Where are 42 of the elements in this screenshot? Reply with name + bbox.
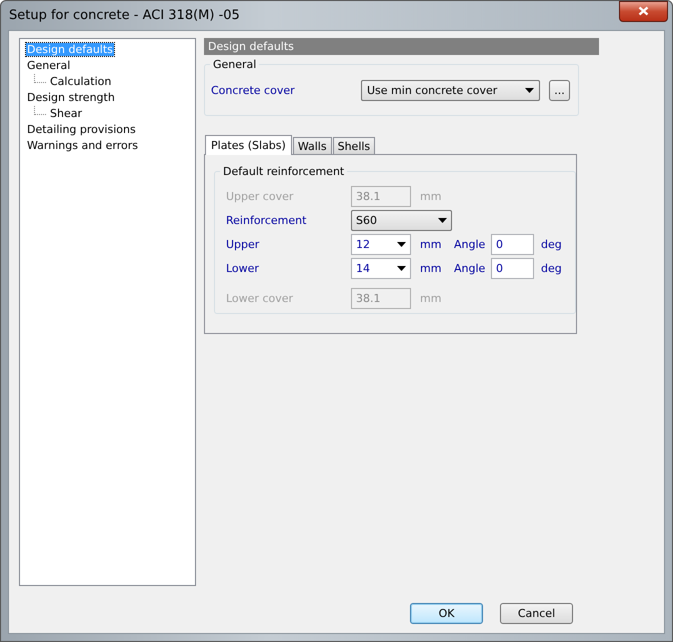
field-label: Upper [226, 238, 260, 251]
caret-icon [397, 242, 406, 247]
unit-label: mm [420, 292, 442, 305]
field-label: Upper cover [226, 190, 294, 203]
tree-item[interactable]: Warnings and errors [26, 138, 140, 152]
group-title: General [210, 58, 260, 71]
combo-box[interactable]: 12 [351, 234, 411, 255]
ok-button[interactable]: OK [410, 603, 483, 624]
unit-label: mm [420, 238, 442, 251]
caret-icon [438, 218, 447, 223]
caret-icon [397, 266, 406, 271]
unit-label: mm [420, 190, 442, 203]
tree-item[interactable]: Calculation [49, 74, 112, 88]
tree-item[interactable]: Detailing provisions [26, 122, 137, 136]
field-label: Reinforcement [226, 214, 308, 227]
input-field[interactable]: 0 [491, 258, 534, 279]
unit-label: mm [420, 262, 442, 275]
input-field[interactable]: 0 [491, 234, 534, 255]
group-title: Default reinforcement [220, 165, 348, 178]
unit-label: deg [541, 262, 562, 275]
window-title: Setup for concrete - ACI 318(M) -05 [9, 8, 240, 23]
tree-item[interactable]: General [26, 58, 72, 72]
close-icon [638, 6, 649, 16]
angle-label: Angle [454, 262, 486, 275]
dropdown[interactable]: S60 [351, 210, 452, 231]
caret-icon [525, 88, 534, 93]
tab[interactable]: Shells [332, 137, 376, 154]
angle-label: Angle [454, 238, 486, 251]
field-label: Lower [226, 262, 260, 275]
tree-item[interactable]: Design strength [26, 90, 116, 104]
field-label: Lower cover [226, 292, 294, 305]
browse-button[interactable]: ... [549, 80, 570, 101]
tree-item[interactable]: Shear [49, 106, 83, 120]
close-button[interactable] [619, 0, 668, 22]
cancel-button[interactable]: Cancel [500, 603, 573, 624]
unit-label: deg [541, 238, 562, 251]
field-label: Concrete cover [211, 84, 296, 97]
combo-box[interactable]: 14 [351, 258, 411, 279]
section-header: Design defaults [204, 38, 599, 55]
tab[interactable]: Plates (Slabs) [205, 135, 292, 155]
tab[interactable]: Walls [292, 137, 332, 154]
dropdown[interactable]: Use min concrete cover [361, 80, 540, 101]
